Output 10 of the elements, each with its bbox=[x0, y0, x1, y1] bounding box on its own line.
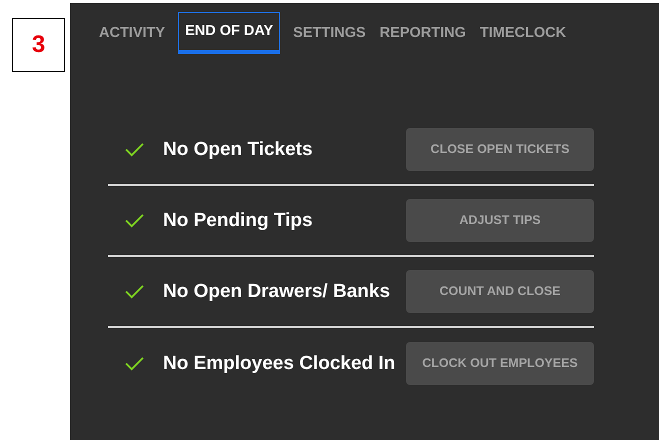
tab[interactable]: TIMECLOCK bbox=[478, 12, 568, 54]
tab[interactable]: ACTIVITY bbox=[98, 12, 166, 54]
checklist-label: No Employees Clocked In bbox=[163, 352, 396, 376]
checklist-label: No Open Tickets bbox=[163, 138, 314, 162]
checklist-label: No Open Drawers/ Banks bbox=[163, 280, 392, 304]
step-number: 3 bbox=[12, 18, 65, 72]
checklist-label: No Pending Tips bbox=[163, 208, 314, 232]
tab[interactable]: SETTINGS bbox=[292, 12, 367, 54]
tab[interactable]: END OF DAY bbox=[178, 12, 280, 54]
tab[interactable]: REPORTING bbox=[378, 12, 467, 54]
